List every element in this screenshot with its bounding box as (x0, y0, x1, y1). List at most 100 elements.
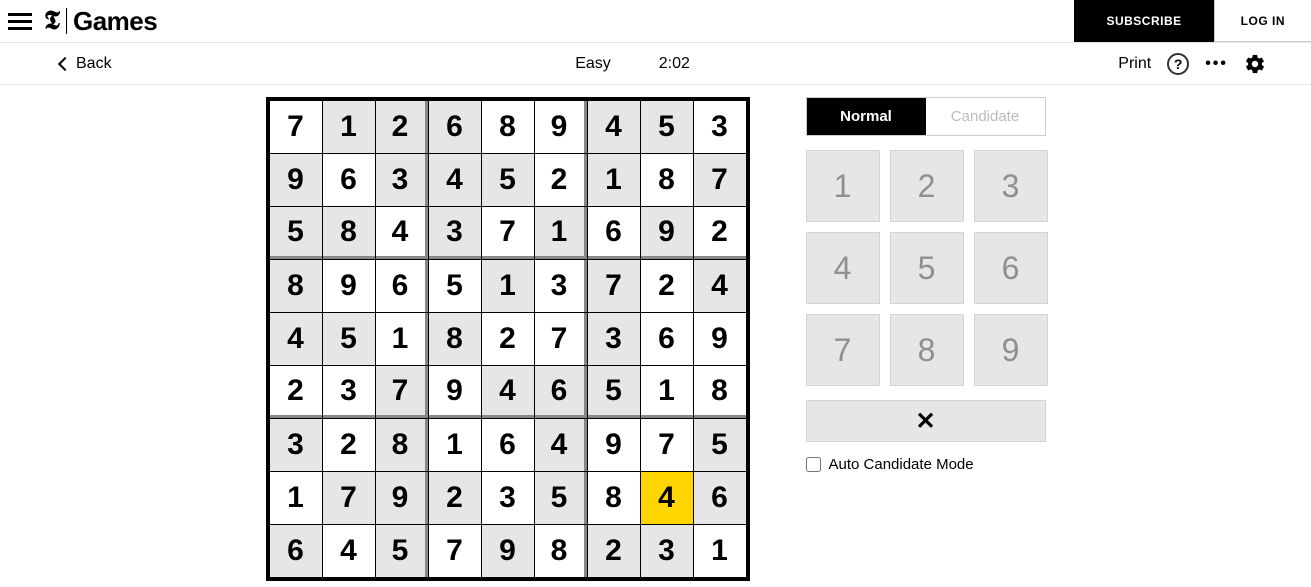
cell-r1-c1[interactable]: 6 (323, 154, 375, 206)
cell-r1-c7[interactable]: 8 (641, 154, 693, 206)
settings-button[interactable] (1244, 53, 1266, 75)
cell-r8-c1[interactable]: 4 (323, 525, 375, 577)
cell-r5-c5[interactable]: 6 (535, 366, 587, 418)
cell-r8-c7[interactable]: 3 (641, 525, 693, 577)
cell-r0-c4[interactable]: 8 (482, 101, 534, 153)
cell-r3-c4[interactable]: 1 (482, 260, 534, 312)
cell-r4-c8[interactable]: 9 (694, 313, 746, 365)
cell-r6-c6[interactable]: 9 (588, 419, 640, 471)
cell-r7-c7[interactable]: 4 (641, 472, 693, 524)
cell-r4-c4[interactable]: 2 (482, 313, 534, 365)
cell-r7-c3[interactable]: 2 (429, 472, 481, 524)
cell-r7-c8[interactable]: 6 (694, 472, 746, 524)
cell-r6-c0[interactable]: 3 (270, 419, 322, 471)
cell-r5-c4[interactable]: 4 (482, 366, 534, 418)
cell-r2-c6[interactable]: 6 (588, 207, 640, 259)
cell-r3-c5[interactable]: 3 (535, 260, 587, 312)
cell-r4-c0[interactable]: 4 (270, 313, 322, 365)
cell-r3-c8[interactable]: 4 (694, 260, 746, 312)
numpad-2[interactable]: 2 (890, 150, 964, 222)
cell-r2-c7[interactable]: 9 (641, 207, 693, 259)
cell-r1-c8[interactable]: 7 (694, 154, 746, 206)
numpad-4[interactable]: 4 (806, 232, 880, 304)
cell-r6-c7[interactable]: 7 (641, 419, 693, 471)
cell-r6-c1[interactable]: 2 (323, 419, 375, 471)
cell-r1-c6[interactable]: 1 (588, 154, 640, 206)
tab-candidate[interactable]: Candidate (926, 98, 1045, 135)
cell-r1-c4[interactable]: 5 (482, 154, 534, 206)
cell-r1-c3[interactable]: 4 (429, 154, 481, 206)
cell-r8-c4[interactable]: 9 (482, 525, 534, 577)
cell-r4-c7[interactable]: 6 (641, 313, 693, 365)
cell-r3-c6[interactable]: 7 (588, 260, 640, 312)
cell-r7-c6[interactable]: 8 (588, 472, 640, 524)
auto-candidate-toggle[interactable]: Auto Candidate Mode (806, 456, 1046, 473)
cell-r8-c5[interactable]: 8 (535, 525, 587, 577)
logo[interactable]: 𝕿 Games (44, 6, 157, 37)
cell-r1-c2[interactable]: 3 (376, 154, 428, 206)
cell-r8-c6[interactable]: 2 (588, 525, 640, 577)
cell-r2-c3[interactable]: 3 (429, 207, 481, 259)
cell-r5-c1[interactable]: 3 (323, 366, 375, 418)
cell-r5-c0[interactable]: 2 (270, 366, 322, 418)
cell-r2-c4[interactable]: 7 (482, 207, 534, 259)
auto-candidate-checkbox[interactable] (806, 457, 821, 472)
cell-r3-c0[interactable]: 8 (270, 260, 322, 312)
cell-r8-c2[interactable]: 5 (376, 525, 428, 577)
login-button[interactable]: LOG IN (1214, 0, 1311, 42)
cell-r4-c1[interactable]: 5 (323, 313, 375, 365)
numpad-7[interactable]: 7 (806, 314, 880, 386)
cell-r6-c2[interactable]: 8 (376, 419, 428, 471)
cell-r5-c3[interactable]: 9 (429, 366, 481, 418)
numpad-5[interactable]: 5 (890, 232, 964, 304)
cell-r4-c2[interactable]: 1 (376, 313, 428, 365)
cell-r0-c2[interactable]: 2 (376, 101, 428, 153)
cell-r6-c5[interactable]: 4 (535, 419, 587, 471)
cell-r2-c8[interactable]: 2 (694, 207, 746, 259)
print-button[interactable]: Print (1118, 55, 1151, 73)
cell-r0-c7[interactable]: 5 (641, 101, 693, 153)
cell-r4-c6[interactable]: 3 (588, 313, 640, 365)
cell-r1-c5[interactable]: 2 (535, 154, 587, 206)
numpad-8[interactable]: 8 (890, 314, 964, 386)
cell-r3-c7[interactable]: 2 (641, 260, 693, 312)
cell-r8-c8[interactable]: 1 (694, 525, 746, 577)
cell-r2-c2[interactable]: 4 (376, 207, 428, 259)
cell-r5-c7[interactable]: 1 (641, 366, 693, 418)
clear-button[interactable]: ✕ (806, 400, 1046, 442)
cell-r2-c5[interactable]: 1 (535, 207, 587, 259)
cell-r6-c4[interactable]: 6 (482, 419, 534, 471)
menu-icon[interactable] (8, 9, 32, 33)
numpad-3[interactable]: 3 (974, 150, 1048, 222)
cell-r4-c5[interactable]: 7 (535, 313, 587, 365)
cell-r2-c0[interactable]: 5 (270, 207, 322, 259)
numpad-9[interactable]: 9 (974, 314, 1048, 386)
more-button[interactable]: ••• (1205, 55, 1228, 73)
back-button[interactable]: Back (60, 55, 112, 73)
subscribe-button[interactable]: SUBSCRIBE (1074, 0, 1213, 42)
cell-r3-c2[interactable]: 6 (376, 260, 428, 312)
cell-r5-c8[interactable]: 8 (694, 366, 746, 418)
cell-r0-c8[interactable]: 3 (694, 101, 746, 153)
cell-r3-c3[interactable]: 5 (429, 260, 481, 312)
cell-r6-c8[interactable]: 5 (694, 419, 746, 471)
cell-r5-c6[interactable]: 5 (588, 366, 640, 418)
numpad-6[interactable]: 6 (974, 232, 1048, 304)
cell-r2-c1[interactable]: 8 (323, 207, 375, 259)
cell-r0-c6[interactable]: 4 (588, 101, 640, 153)
cell-r0-c3[interactable]: 6 (429, 101, 481, 153)
cell-r7-c4[interactable]: 3 (482, 472, 534, 524)
cell-r7-c0[interactable]: 1 (270, 472, 322, 524)
cell-r8-c3[interactable]: 7 (429, 525, 481, 577)
cell-r6-c3[interactable]: 1 (429, 419, 481, 471)
cell-r5-c2[interactable]: 7 (376, 366, 428, 418)
cell-r7-c1[interactable]: 7 (323, 472, 375, 524)
cell-r0-c1[interactable]: 1 (323, 101, 375, 153)
cell-r0-c0[interactable]: 7 (270, 101, 322, 153)
cell-r3-c1[interactable]: 9 (323, 260, 375, 312)
help-button[interactable]: ? (1167, 53, 1189, 75)
cell-r7-c2[interactable]: 9 (376, 472, 428, 524)
cell-r0-c5[interactable]: 9 (535, 101, 587, 153)
cell-r1-c0[interactable]: 9 (270, 154, 322, 206)
cell-r7-c5[interactable]: 5 (535, 472, 587, 524)
